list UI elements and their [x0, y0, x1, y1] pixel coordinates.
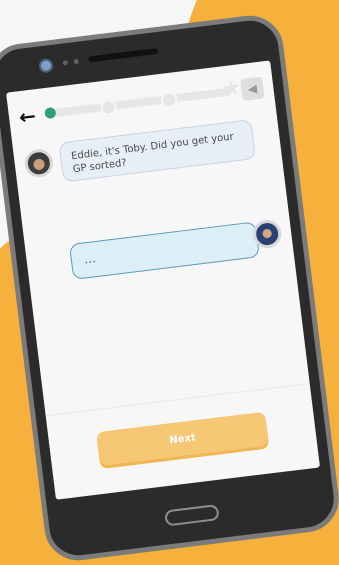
sensor-dot	[62, 60, 69, 66]
sensor-dots	[62, 58, 80, 66]
progress-indicator	[44, 106, 57, 120]
message-text: …	[83, 250, 99, 267]
footer-divider	[45, 382, 310, 417]
sensor-dot	[73, 58, 80, 65]
home-button[interactable]	[164, 504, 220, 527]
star-icon: ★	[220, 75, 243, 103]
avatar-toby	[23, 147, 55, 179]
next-button[interactable]: Next	[96, 411, 269, 467]
camera-icon	[38, 57, 54, 74]
back-arrow-icon[interactable]: ←	[18, 103, 40, 129]
message-bubble-eddie: …	[68, 221, 260, 280]
speaker-grill	[88, 47, 159, 63]
phone-screen: ← ★ ◀ Eddie, it's Toby. Did you get your…	[6, 60, 321, 500]
message-text: Eddie, it's Toby. Did you get your GP so…	[70, 131, 235, 176]
progress-bar: ★	[44, 75, 243, 120]
progress-checkpoint	[100, 98, 118, 117]
progress-checkpoint	[159, 91, 178, 109]
sound-button[interactable]: ◀	[240, 76, 265, 102]
phone-frame: ← ★ ◀ Eddie, it's Toby. Did you get your…	[0, 11, 339, 565]
